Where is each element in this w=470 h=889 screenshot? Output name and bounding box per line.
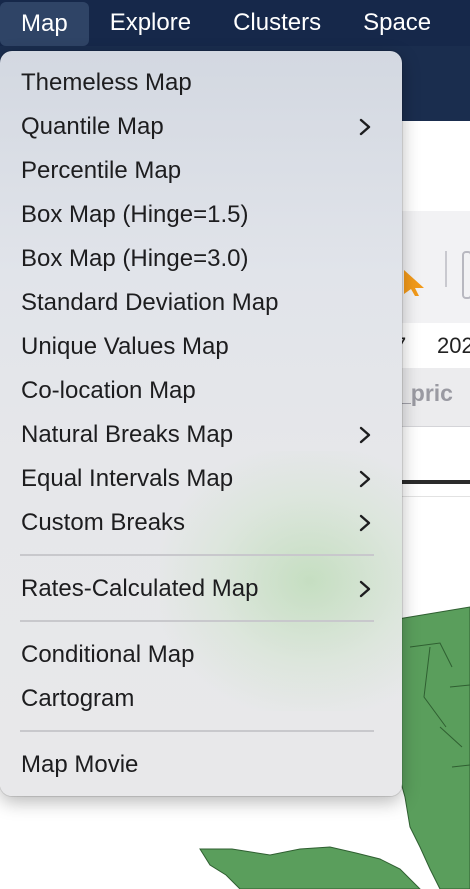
menu-item-label: Percentile Map (21, 157, 182, 184)
table-divider (395, 480, 470, 484)
menu-item-box-map-1-5[interactable]: Box Map (Hinge=1.5) (0, 193, 402, 237)
menu-separator (20, 730, 374, 732)
column-header[interactable]: _pric (398, 380, 453, 407)
menubar-explore[interactable]: Explore (89, 0, 212, 46)
menu-item-equal-intervals-map[interactable]: Equal Intervals Map (0, 457, 402, 501)
menu-item-quantile-map[interactable]: Quantile Map (0, 105, 402, 149)
table-cell: 202 (437, 333, 470, 358)
menu-item-cartogram[interactable]: Cartogram (0, 677, 402, 721)
menu-item-percentile-map[interactable]: Percentile Map (0, 149, 402, 193)
menu-item-label: Co-location Map (21, 377, 196, 404)
menu-item-conditional-map[interactable]: Conditional Map (0, 633, 402, 677)
menu-item-label: Standard Deviation Map (21, 289, 279, 316)
menu-item-label: Custom Breaks (21, 509, 186, 536)
chevron-right-icon (359, 118, 371, 136)
menu-item-themeless-map[interactable]: Themeless Map (0, 61, 402, 105)
menu-item-rates-calculated-map[interactable]: Rates-Calculated Map (0, 567, 402, 611)
menu-item-label: Themeless Map (21, 69, 192, 96)
chevron-right-icon (359, 470, 371, 488)
menu-item-label: Natural Breaks Map (21, 421, 234, 448)
menubar-space[interactable]: Space (342, 0, 452, 46)
menu-item-box-map-3-0[interactable]: Box Map (Hinge=3.0) (0, 237, 402, 281)
menu-item-unique-values-map[interactable]: Unique Values Map (0, 325, 402, 369)
menu-item-natural-breaks-map[interactable]: Natural Breaks Map (0, 413, 402, 457)
menu-item-map-movie[interactable]: Map Movie (0, 743, 402, 787)
menu-item-label: Box Map (Hinge=3.0) (21, 245, 249, 272)
chevron-right-icon (359, 514, 371, 532)
menu-item-co-location-map[interactable]: Co-location Map (0, 369, 402, 413)
menu-item-label: Unique Values Map (21, 333, 229, 360)
menu-item-label: Conditional Map (21, 641, 195, 668)
menu-item-label: Cartogram (21, 685, 135, 712)
chevron-right-icon (359, 580, 371, 598)
menu-item-label: Equal Intervals Map (21, 465, 234, 492)
menu-bar: Map Explore Clusters Space (0, 0, 470, 46)
menu-item-label: Box Map (Hinge=1.5) (21, 201, 249, 228)
menu-separator (20, 620, 374, 622)
map-menu-dropdown: Themeless Map Quantile Map Percentile Ma… (0, 51, 402, 796)
menu-item-standard-deviation-map[interactable]: Standard Deviation Map (0, 281, 402, 325)
menu-separator (20, 554, 374, 556)
chevron-right-icon (359, 426, 371, 444)
menubar-map[interactable]: Map (0, 1, 89, 46)
menu-item-custom-breaks[interactable]: Custom Breaks (0, 501, 402, 545)
menubar-clusters[interactable]: Clusters (212, 0, 342, 46)
menu-item-label: Quantile Map (21, 113, 164, 140)
toolbar-button-edge[interactable] (462, 251, 470, 299)
menu-item-label: Rates-Calculated Map (21, 575, 259, 602)
toolbar-separator (445, 251, 447, 287)
menu-item-label: Map Movie (21, 751, 139, 778)
